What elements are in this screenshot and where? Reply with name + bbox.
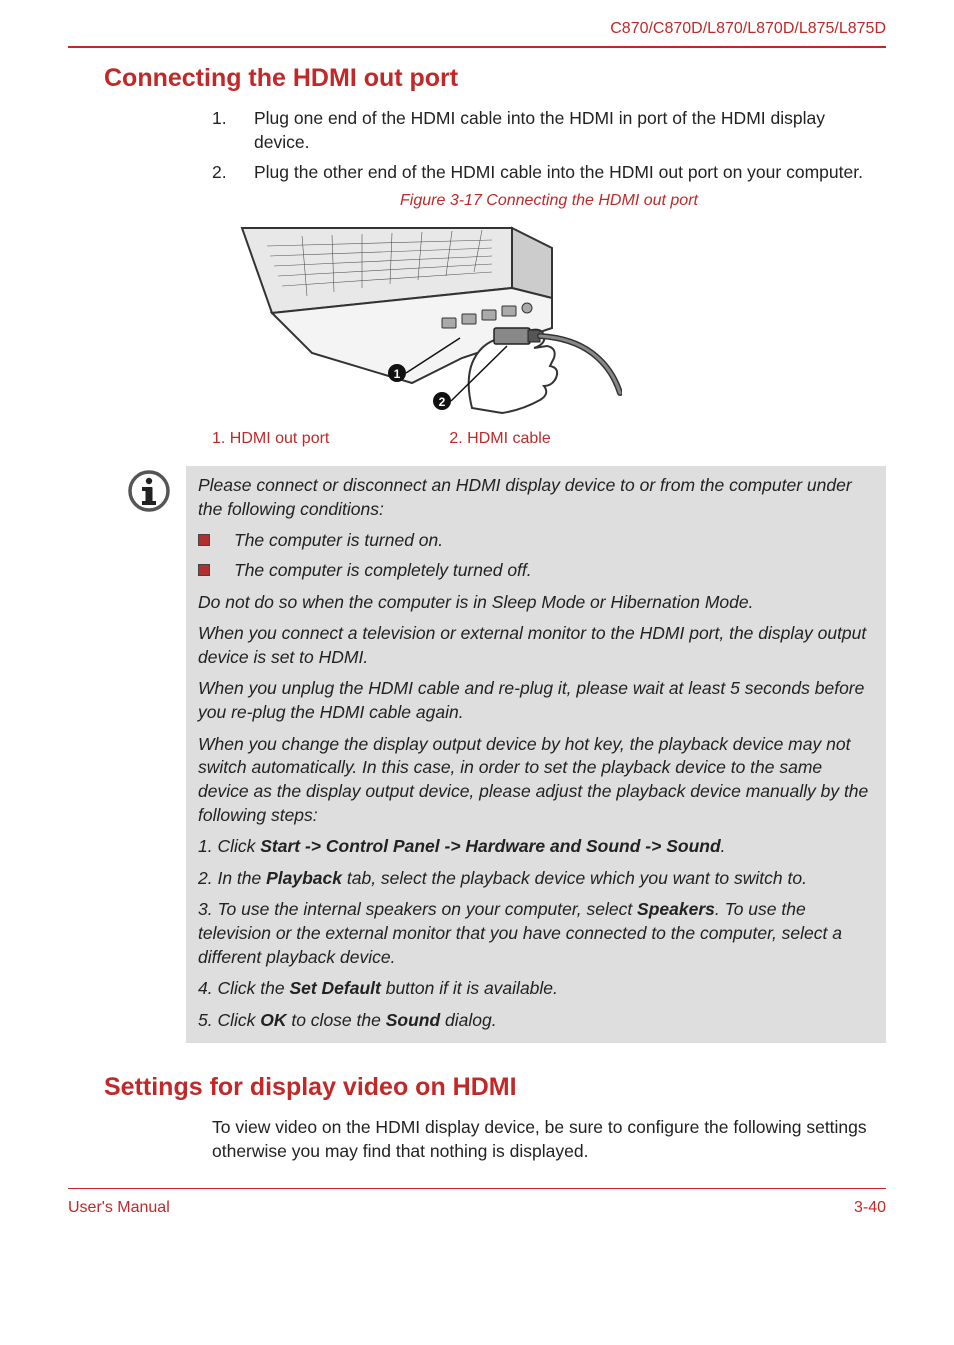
info-step-4: 4. Click the Set Default button if it is… — [198, 977, 876, 1001]
t: . — [721, 836, 726, 856]
info-p1: Do not do so when the computer is in Sle… — [198, 591, 876, 615]
page-footer: User's Manual 3-40 — [68, 1188, 886, 1219]
info-p2: When you connect a television or externa… — [198, 622, 876, 669]
t: Sound — [386, 1010, 440, 1030]
t: Speakers — [637, 899, 715, 919]
t: Set Default — [289, 978, 380, 998]
t: button if it is available. — [381, 978, 558, 998]
figure-key: 1. HDMI out port 2. HDMI cable — [212, 428, 886, 450]
step-number: 2. — [212, 161, 236, 185]
settings-body: To view video on the HDMI display device… — [212, 1116, 878, 1163]
t: 4. Click the — [198, 978, 289, 998]
t: 2. In the — [198, 868, 266, 888]
bullet-square-icon — [198, 534, 210, 546]
section-title-connecting: Connecting the HDMI out port — [104, 62, 886, 96]
t: Playback — [266, 868, 342, 888]
t: tab, select the playback device which yo… — [342, 868, 807, 888]
settings-text: To view video on the HDMI display device… — [212, 1116, 878, 1163]
info-bullet-2: The computer is completely turned off. — [198, 559, 876, 583]
bullet-text: The computer is completely turned off. — [234, 559, 532, 583]
info-p4: When you change the display output devic… — [198, 733, 876, 828]
bullet-square-icon — [198, 564, 210, 576]
info-icon — [126, 466, 176, 521]
t: OK — [260, 1010, 286, 1030]
hdmi-connection-illustration: 1 2 — [212, 218, 622, 418]
t: 1. Click — [198, 836, 260, 856]
section-title-settings: Settings for display video on HDMI — [104, 1071, 886, 1105]
footer-right: 3-40 — [854, 1197, 886, 1219]
step-text: Plug the other end of the HDMI cable int… — [254, 161, 863, 185]
info-step-5: 5. Click OK to close the Sound dialog. — [198, 1009, 876, 1033]
bullet-text: The computer is turned on. — [234, 529, 443, 553]
info-content: Please connect or disconnect an HDMI dis… — [186, 466, 886, 1043]
info-note-block: Please connect or disconnect an HDMI dis… — [68, 466, 886, 1043]
step-text: Plug one end of the HDMI cable into the … — [254, 107, 878, 154]
figure-key-2: 2. HDMI cable — [449, 428, 550, 450]
t: 3. To use the internal speakers on your … — [198, 899, 637, 919]
connecting-steps: 1. Plug one end of the HDMI cable into t… — [212, 107, 878, 184]
info-step-1: 1. Click Start -> Control Panel -> Hardw… — [198, 835, 876, 859]
connecting-step-2: 2. Plug the other end of the HDMI cable … — [212, 161, 878, 185]
t: Start -> Control Panel -> Hardware and S… — [260, 836, 720, 856]
step-number: 1. — [212, 107, 236, 154]
info-step-3: 3. To use the internal speakers on your … — [198, 898, 876, 969]
header-model-text: C870/C870D/L870/L870D/L875/L875D — [68, 18, 886, 46]
t: to close the — [286, 1010, 385, 1030]
info-bullets: The computer is turned on. The computer … — [198, 529, 876, 582]
svg-text:2: 2 — [439, 395, 446, 409]
connecting-body: 1. Plug one end of the HDMI cable into t… — [212, 107, 878, 184]
header-rule — [68, 46, 886, 48]
t: dialog. — [440, 1010, 496, 1030]
footer-left: User's Manual — [68, 1197, 170, 1219]
connecting-step-1: 1. Plug one end of the HDMI cable into t… — [212, 107, 878, 154]
info-step-2: 2. In the Playback tab, select the playb… — [198, 867, 876, 891]
info-p3: When you unplug the HDMI cable and re-pl… — [198, 677, 876, 724]
info-intro: Please connect or disconnect an HDMI dis… — [198, 474, 876, 521]
figure-caption: Figure 3-17 Connecting the HDMI out port — [212, 190, 886, 212]
figure-key-1: 1. HDMI out port — [212, 428, 329, 450]
figure-illustration: 1 2 — [212, 218, 886, 425]
info-bullet-1: The computer is turned on. — [198, 529, 876, 553]
svg-text:1: 1 — [394, 367, 401, 381]
t: 5. Click — [198, 1010, 260, 1030]
